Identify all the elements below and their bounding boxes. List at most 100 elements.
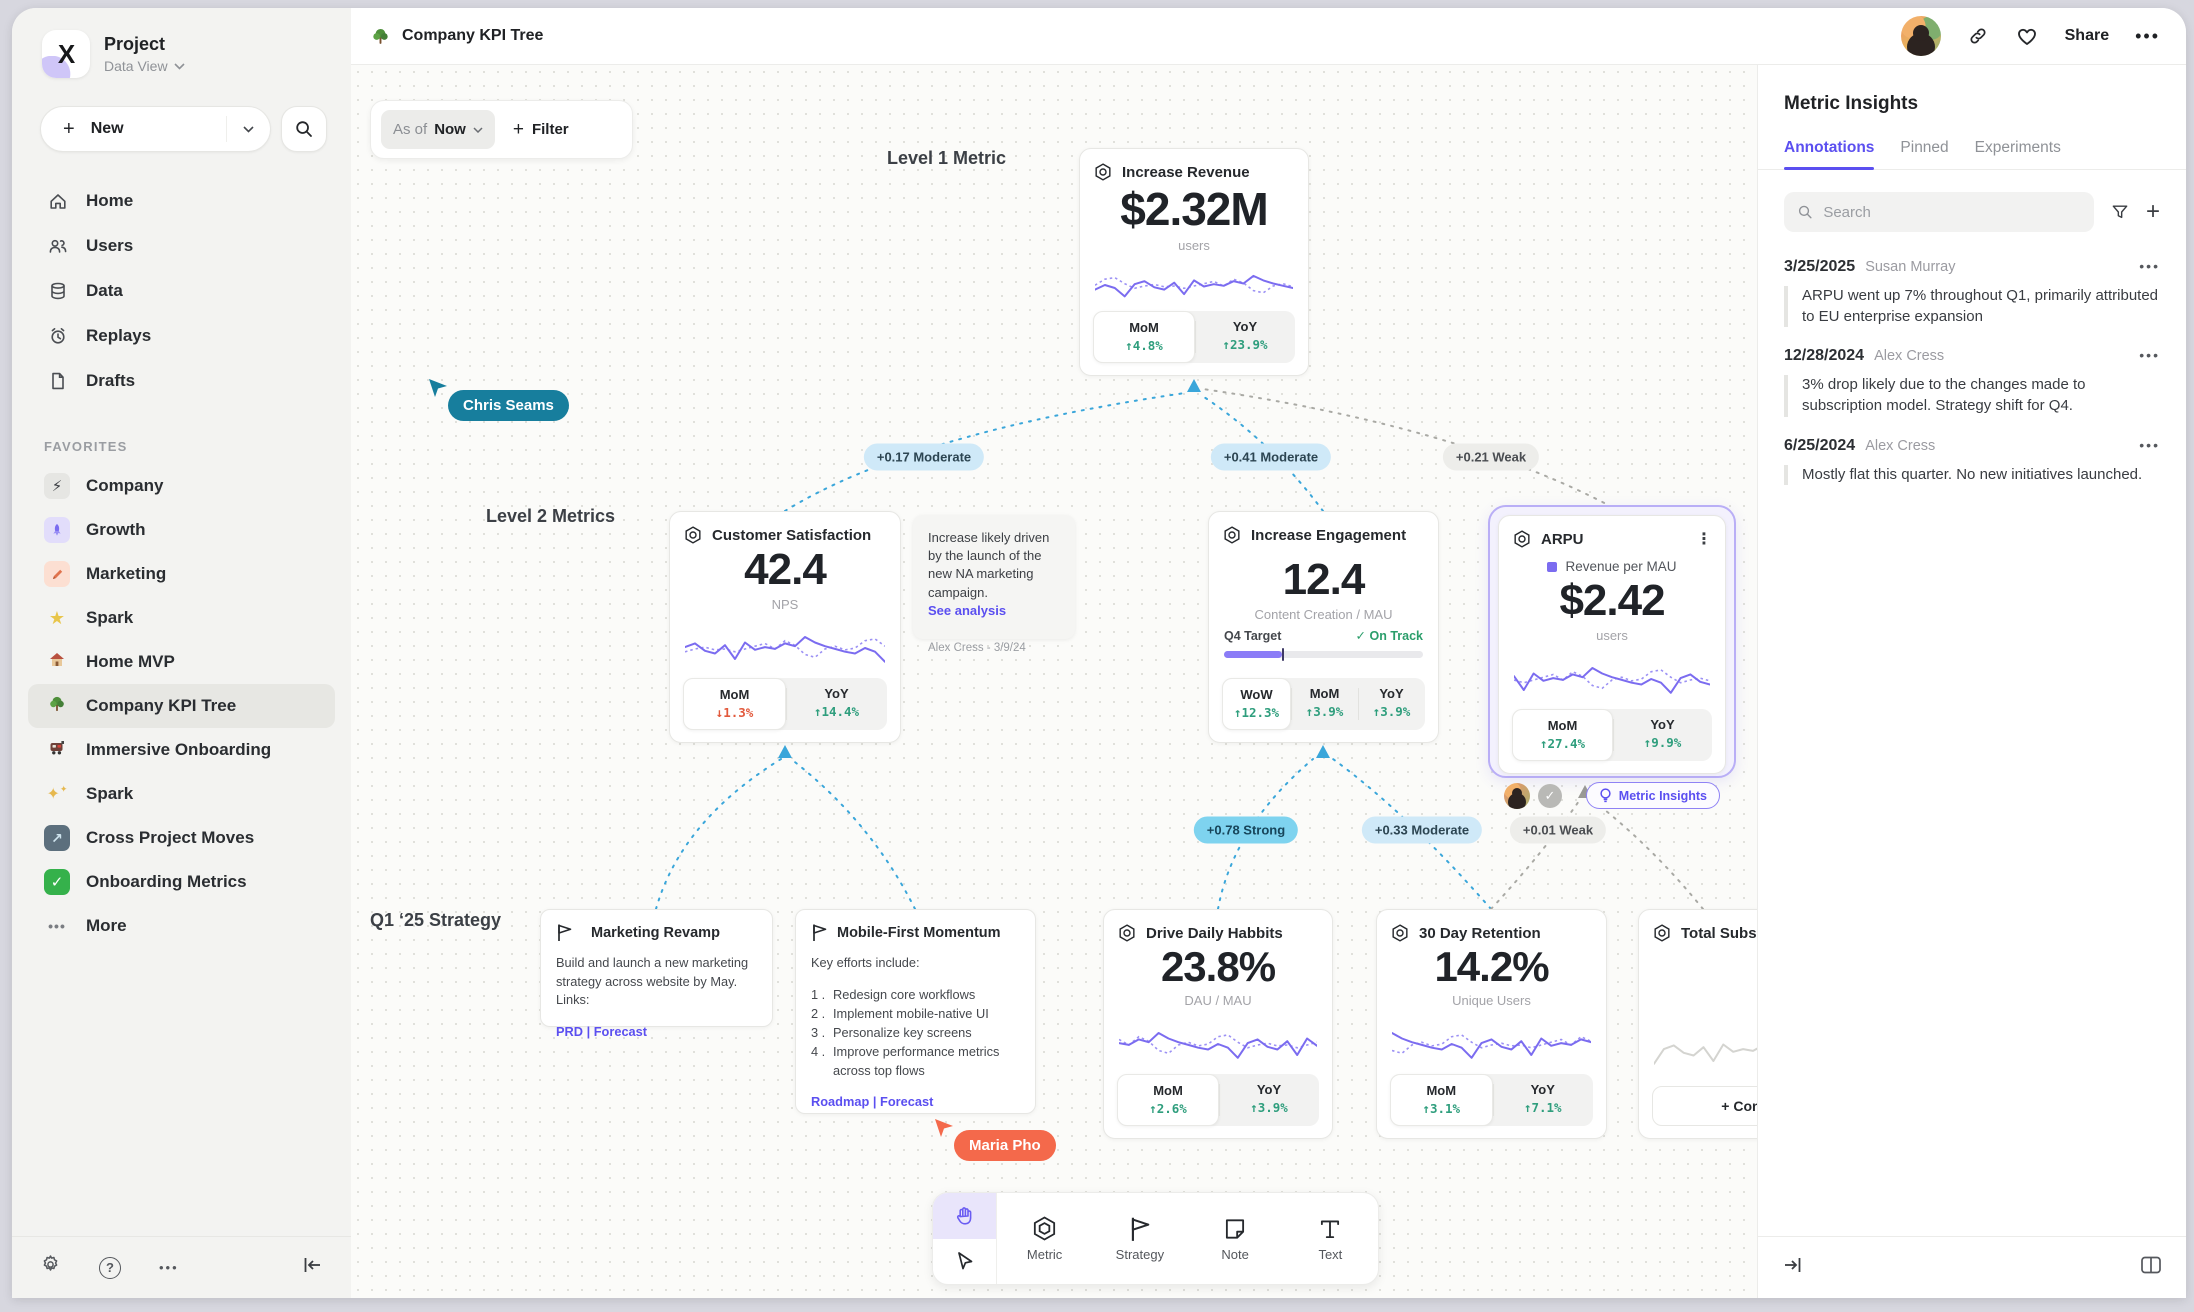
new-dropdown-chevron[interactable] [226, 116, 270, 142]
edge-label[interactable]: +0.41 Moderate [1211, 444, 1331, 471]
stat-yoy[interactable]: YoY↑3.9% [1358, 678, 1425, 730]
sparkline-chart [1095, 263, 1293, 307]
add-annotation-icon[interactable]: + [2146, 200, 2160, 224]
project-view-switcher[interactable]: Data View [104, 58, 185, 74]
sidebar-item-drafts[interactable]: Drafts [12, 358, 351, 403]
annotation-menu-icon[interactable]: ••• [2139, 258, 2160, 274]
stat-mom[interactable]: MoM↑3.9% [1291, 678, 1358, 730]
list-item: Implement mobile-native UI [811, 1004, 1020, 1023]
stat-mom[interactable]: MoM↑3.1% [1390, 1074, 1493, 1126]
more-options-icon[interactable]: ••• [159, 1260, 179, 1275]
tab-pinned[interactable]: Pinned [1900, 139, 1948, 169]
favorite-company-kpi-tree[interactable]: Company KPI Tree [28, 684, 335, 728]
strategy-card-marketing-revamp[interactable]: Marketing Revamp Build and launch a new … [540, 909, 773, 1027]
stat-mom[interactable]: MoM↑27.4% [1512, 709, 1613, 761]
tool-metric[interactable]: Metric [997, 1193, 1092, 1284]
tool-text[interactable]: Text [1283, 1193, 1378, 1284]
tool-note[interactable]: Note [1188, 1193, 1283, 1284]
stat-mom[interactable]: MoM↓1.3% [683, 678, 786, 730]
hand-tool-button[interactable] [933, 1193, 996, 1239]
as-of-selector[interactable]: As of Now [381, 110, 495, 149]
kpi-tree-canvas[interactable]: As of Now + Filter Level 1 Metric Level … [351, 65, 1757, 1298]
favorite-cross-project-moves[interactable]: ↗ Cross Project Moves [28, 816, 335, 860]
project-header[interactable]: X Project Data View [12, 30, 351, 78]
metric-card-total-subscriptions[interactable]: Total Subscript + Connec [1638, 909, 1757, 1139]
stat-wow[interactable]: WoW↑12.3% [1222, 678, 1291, 730]
favorites-more[interactable]: ••• More [28, 904, 335, 948]
tab-annotations[interactable]: Annotations [1784, 139, 1874, 169]
tool-strategy[interactable]: Strategy [1092, 1193, 1187, 1284]
stat-yoy[interactable]: YoY↑7.1% [1493, 1074, 1594, 1126]
split-view-icon[interactable] [2140, 1255, 2162, 1280]
connect-data-button[interactable]: + Connec [1652, 1086, 1757, 1126]
select-tool-button[interactable] [933, 1239, 996, 1285]
canvas-toolbox: Metric Strategy Note Text [932, 1192, 1379, 1285]
strategy-effort-list: Redesign core workflows Implement mobile… [811, 985, 1020, 1081]
collapse-panel-icon[interactable] [1782, 1257, 1802, 1278]
collapse-sidebar-icon[interactable] [303, 1257, 323, 1279]
metric-card-customer-satisfaction[interactable]: Customer Satisfaction 42.4 NPS MoM↓1.3% … [669, 511, 901, 743]
edge-label[interactable]: +0.01 Weak [1510, 817, 1606, 844]
search-input[interactable] [1823, 204, 2081, 221]
favorite-growth[interactable]: Growth [28, 508, 335, 552]
metric-insights-button[interactable]: Metric Insights [1586, 782, 1720, 809]
favorite-spark-2[interactable]: ✦✦ Spark [28, 772, 335, 816]
sidebar-item-users[interactable]: Users [12, 223, 351, 268]
tab-experiments[interactable]: Experiments [1975, 139, 2061, 169]
edge-label[interactable]: +0.21 Weak [1443, 444, 1539, 471]
sidebar-search-button[interactable] [281, 106, 327, 152]
strategy-links[interactable]: Roadmap | Forecast [811, 1094, 1020, 1109]
favorites-heading: FAVORITES [44, 439, 351, 454]
strategy-card-mobile-first-momentum[interactable]: Mobile-First Momentum Key efforts includ… [795, 909, 1036, 1114]
help-icon[interactable]: ? [99, 1257, 121, 1279]
metric-card-arpu-selected[interactable]: ARPU ⋮ Revenue per MAU $2.42 users MoM↑2… [1488, 505, 1736, 778]
edge-label[interactable]: +0.78 Strong [1194, 817, 1298, 844]
stat-yoy[interactable]: YoY↑14.4% [786, 678, 887, 730]
annotation-item[interactable]: 12/28/2024 Alex Cress ••• 3% drop likely… [1758, 327, 2186, 416]
metric-stats: WoW↑12.3% MoM↑3.9% YoY↑3.9% [1222, 678, 1425, 730]
favorite-immersive-onboarding[interactable]: Immersive Onboarding [28, 728, 335, 772]
annotation-menu-icon[interactable]: ••• [2139, 437, 2160, 453]
metric-card-increase-revenue[interactable]: Increase Revenue $2.32M users MoM↑4.8% Y… [1079, 148, 1309, 376]
annotation-search-field[interactable] [1784, 192, 2094, 232]
favorite-onboarding-metrics[interactable]: ✓ Onboarding Metrics [28, 860, 335, 904]
favorite-spark[interactable]: ★ Spark [28, 596, 335, 640]
annotation-date: 6/25/2024 [1784, 437, 1855, 455]
card-menu-icon[interactable]: ⋮ [1696, 529, 1712, 549]
favorite-home-mvp[interactable]: Home MVP [28, 640, 335, 684]
see-analysis-link[interactable]: See analysis [928, 602, 1060, 620]
filter-funnel-icon[interactable] [2110, 202, 2130, 222]
strategy-links[interactable]: PRD | Forecast [556, 1024, 757, 1039]
new-button[interactable]: + New [40, 106, 271, 152]
sidebar-item-data[interactable]: Data [12, 268, 351, 313]
metric-card-drive-daily-habbits[interactable]: Drive Daily Habbits 23.8% DAU / MAU MoM↑… [1103, 909, 1333, 1139]
favorite-company[interactable]: ⚡ Company [28, 464, 335, 508]
annotation-menu-icon[interactable]: ••• [2139, 347, 2160, 363]
edge-label[interactable]: +0.17 Moderate [864, 444, 984, 471]
user-avatar[interactable] [1901, 16, 1941, 56]
metric-stats: MoM↑27.4% YoY↑9.9% [1512, 709, 1712, 761]
filter-button[interactable]: + Filter [505, 119, 577, 141]
sidebar-item-home[interactable]: Home [12, 178, 351, 223]
stat-yoy[interactable]: YoY↑9.9% [1613, 709, 1712, 761]
copy-link-icon[interactable] [1967, 25, 1989, 47]
annotation-item[interactable]: 3/25/2025 Susan Murray ••• ARPU went up … [1758, 238, 2186, 327]
share-button[interactable]: Share [2065, 27, 2109, 45]
metric-card-30-day-retention[interactable]: 30 Day Retention 14.2% Unique Users MoM↑… [1376, 909, 1607, 1139]
stat-mom[interactable]: MoM↑4.8% [1093, 311, 1195, 363]
stat-mom[interactable]: MoM↑2.6% [1117, 1074, 1219, 1126]
favorite-marketing[interactable]: Marketing [28, 552, 335, 596]
stat-yoy[interactable]: YoY↑23.9% [1195, 311, 1295, 363]
favorite-heart-icon[interactable] [2015, 25, 2039, 47]
zap-icon: ⚡ [44, 473, 70, 499]
metric-card-increase-engagement[interactable]: Increase Engagement 12.4 Content Creatio… [1208, 511, 1439, 743]
more-menu-icon[interactable]: ••• [2135, 26, 2160, 47]
annotation-item[interactable]: 6/25/2024 Alex Cress ••• Mostly flat thi… [1758, 417, 2186, 486]
sidebar-item-replays[interactable]: Replays [12, 313, 351, 358]
metric-value: $2.32M [1093, 182, 1295, 236]
edge-label[interactable]: +0.33 Moderate [1362, 817, 1482, 844]
annotation-note-card[interactable]: Increase likely driven by the launch of … [913, 515, 1075, 639]
settings-gear-icon[interactable] [40, 1254, 61, 1281]
metric-value: $2.42 [1512, 576, 1712, 626]
stat-yoy[interactable]: YoY↑3.9% [1219, 1074, 1319, 1126]
